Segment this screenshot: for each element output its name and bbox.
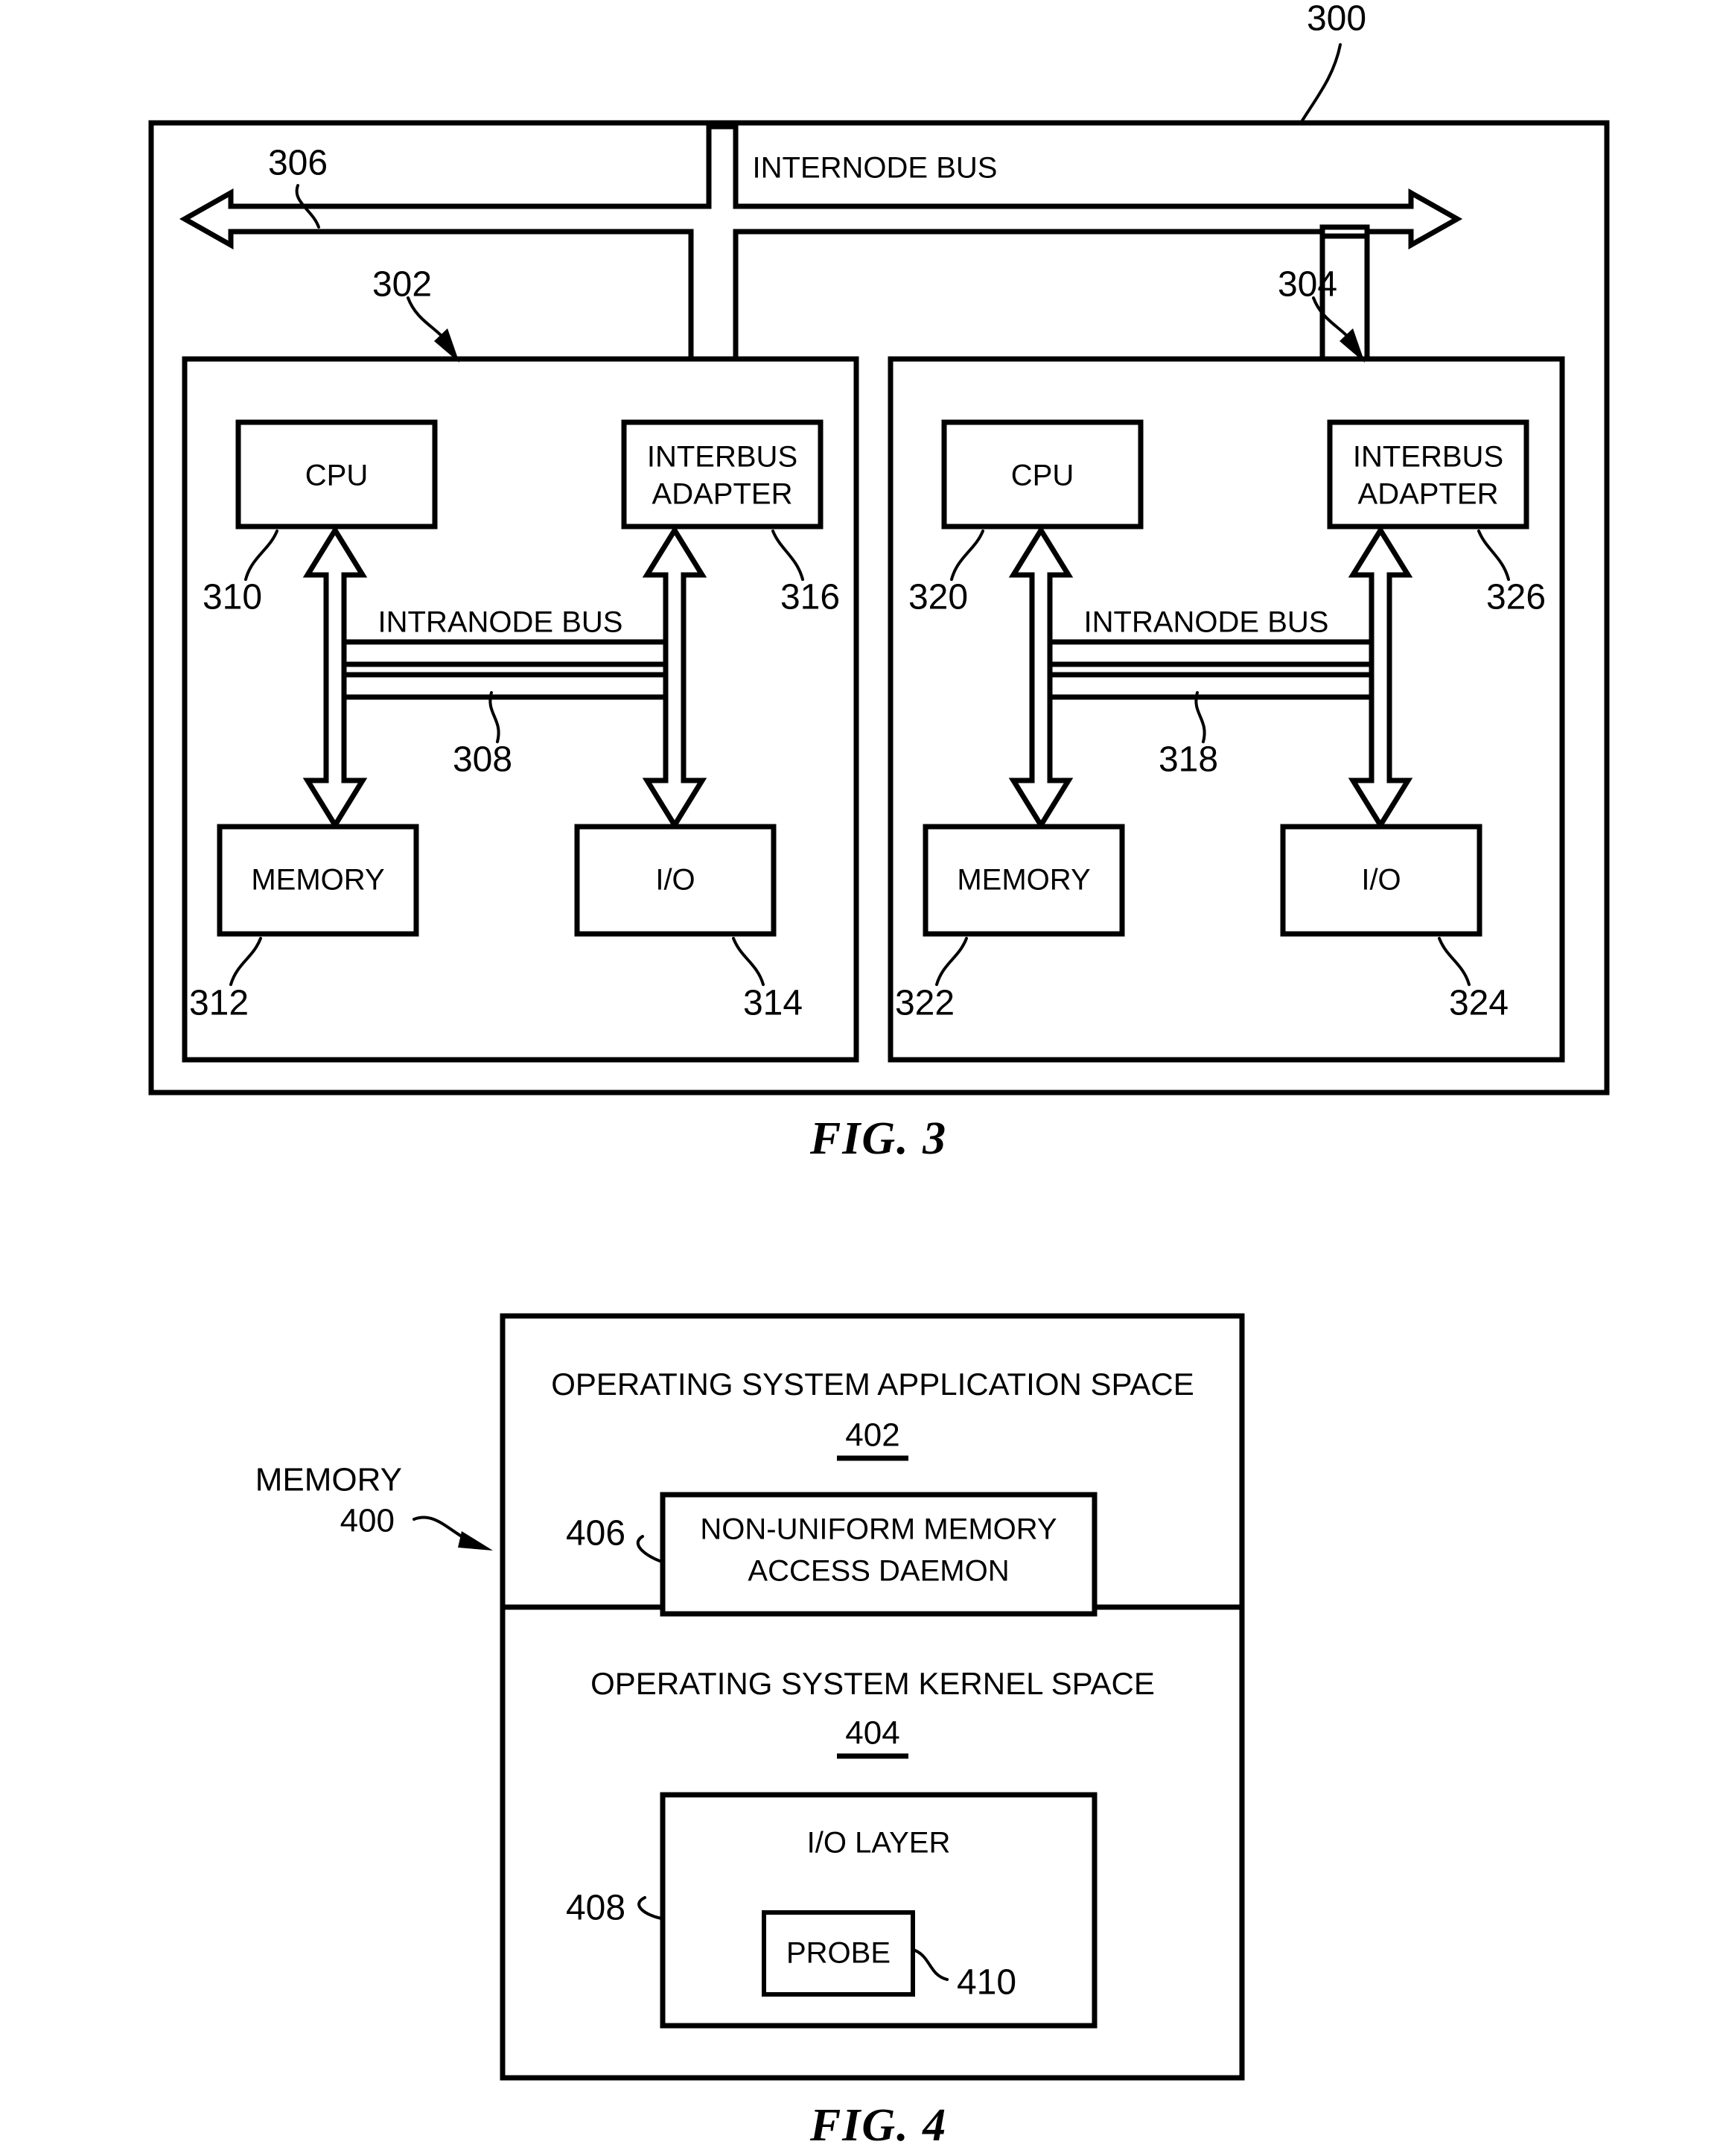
ref-310: 310 — [203, 578, 262, 617]
figures-canvas: 300 INTERNODE BUS 306 302 INTRANODE BUS … — [148, 0, 1610, 2151]
ref-306: 306 — [268, 144, 328, 183]
node-304: 304 INTRANODE BUS 318 CPU 320 INTERBUS A… — [888, 265, 1565, 1063]
cpu-310-label: CPU — [305, 459, 368, 492]
interbus-adapter-316-box — [621, 419, 824, 530]
node-302: 302 INTRANODE BUS 308 CPU 310 INTERBUS A… — [182, 265, 859, 1063]
ref-318: 318 — [1159, 740, 1218, 780]
ref-322: 322 — [895, 984, 955, 1023]
io-layer-408-label: I/O LAYER — [807, 1827, 951, 1860]
internode-bus-label: INTERNODE BUS — [753, 152, 998, 185]
ref-326: 326 — [1486, 578, 1546, 617]
numa-daemon-406-label-line2: ACCESS DAEMON — [748, 1555, 1009, 1588]
ref-408: 408 — [566, 1889, 625, 1928]
os-kernel-space-title: OPERATING SYSTEM KERNEL SPACE — [590, 1666, 1155, 1701]
ref-312: 312 — [189, 984, 249, 1023]
figure-3: 300 INTERNODE BUS 306 302 INTRANODE BUS … — [148, 0, 1610, 1164]
ref-320: 320 — [908, 578, 968, 617]
interbus-adapter-316-label-line2: ADAPTER — [652, 478, 793, 511]
interbus-adapter-326-label-line2: ADAPTER — [1358, 478, 1499, 511]
figure-4: MEMORY 400 OPERATING SYSTEM APPLICATION … — [255, 1313, 1245, 2151]
fig4-caption: FIG. 4 — [809, 2100, 947, 2151]
io-314-label: I/O — [655, 864, 695, 897]
fig4-memory-label: MEMORY — [255, 1462, 402, 1498]
intranode-bus-308-label: INTRANODE BUS — [378, 606, 623, 639]
fig3-caption: FIG. 3 — [809, 1113, 947, 1164]
interbus-adapter-326-label-line1: INTERBUS — [1353, 441, 1503, 474]
cpu-320-label: CPU — [1011, 459, 1074, 492]
numa-daemon-406-label-line1: NON-UNIFORM MEMORY — [700, 1513, 1057, 1546]
ref-302: 302 — [372, 265, 432, 305]
ref-300: 300 — [1307, 0, 1366, 39]
ref-400-leader — [413, 1516, 493, 1551]
ref-324: 324 — [1449, 984, 1509, 1023]
io-324-label: I/O — [1361, 864, 1401, 897]
ref-406: 406 — [566, 1514, 625, 1554]
os-kernel-space-ref: 404 — [845, 1715, 899, 1752]
ref-314: 314 — [743, 984, 803, 1023]
ref-410: 410 — [957, 1963, 1016, 2003]
memory-312-label: MEMORY — [251, 864, 384, 897]
os-application-space-title: OPERATING SYSTEM APPLICATION SPACE — [551, 1367, 1194, 1402]
probe-410-label: PROBE — [786, 1937, 891, 1970]
ref-316: 316 — [780, 578, 840, 617]
interbus-adapter-316-label-line1: INTERBUS — [647, 441, 797, 474]
patent-drawing-sheet: 300 INTERNODE BUS 306 302 INTRANODE BUS … — [0, 0, 1720, 2156]
ref-308: 308 — [453, 740, 512, 780]
fig4-memory-ref: 400 — [340, 1503, 395, 1539]
intranode-bus-318-label: INTRANODE BUS — [1084, 606, 1329, 639]
os-application-space-ref: 402 — [845, 1417, 899, 1454]
ref-304: 304 — [1278, 265, 1337, 305]
interbus-adapter-326-box — [1327, 419, 1529, 530]
memory-322-label: MEMORY — [957, 864, 1090, 897]
